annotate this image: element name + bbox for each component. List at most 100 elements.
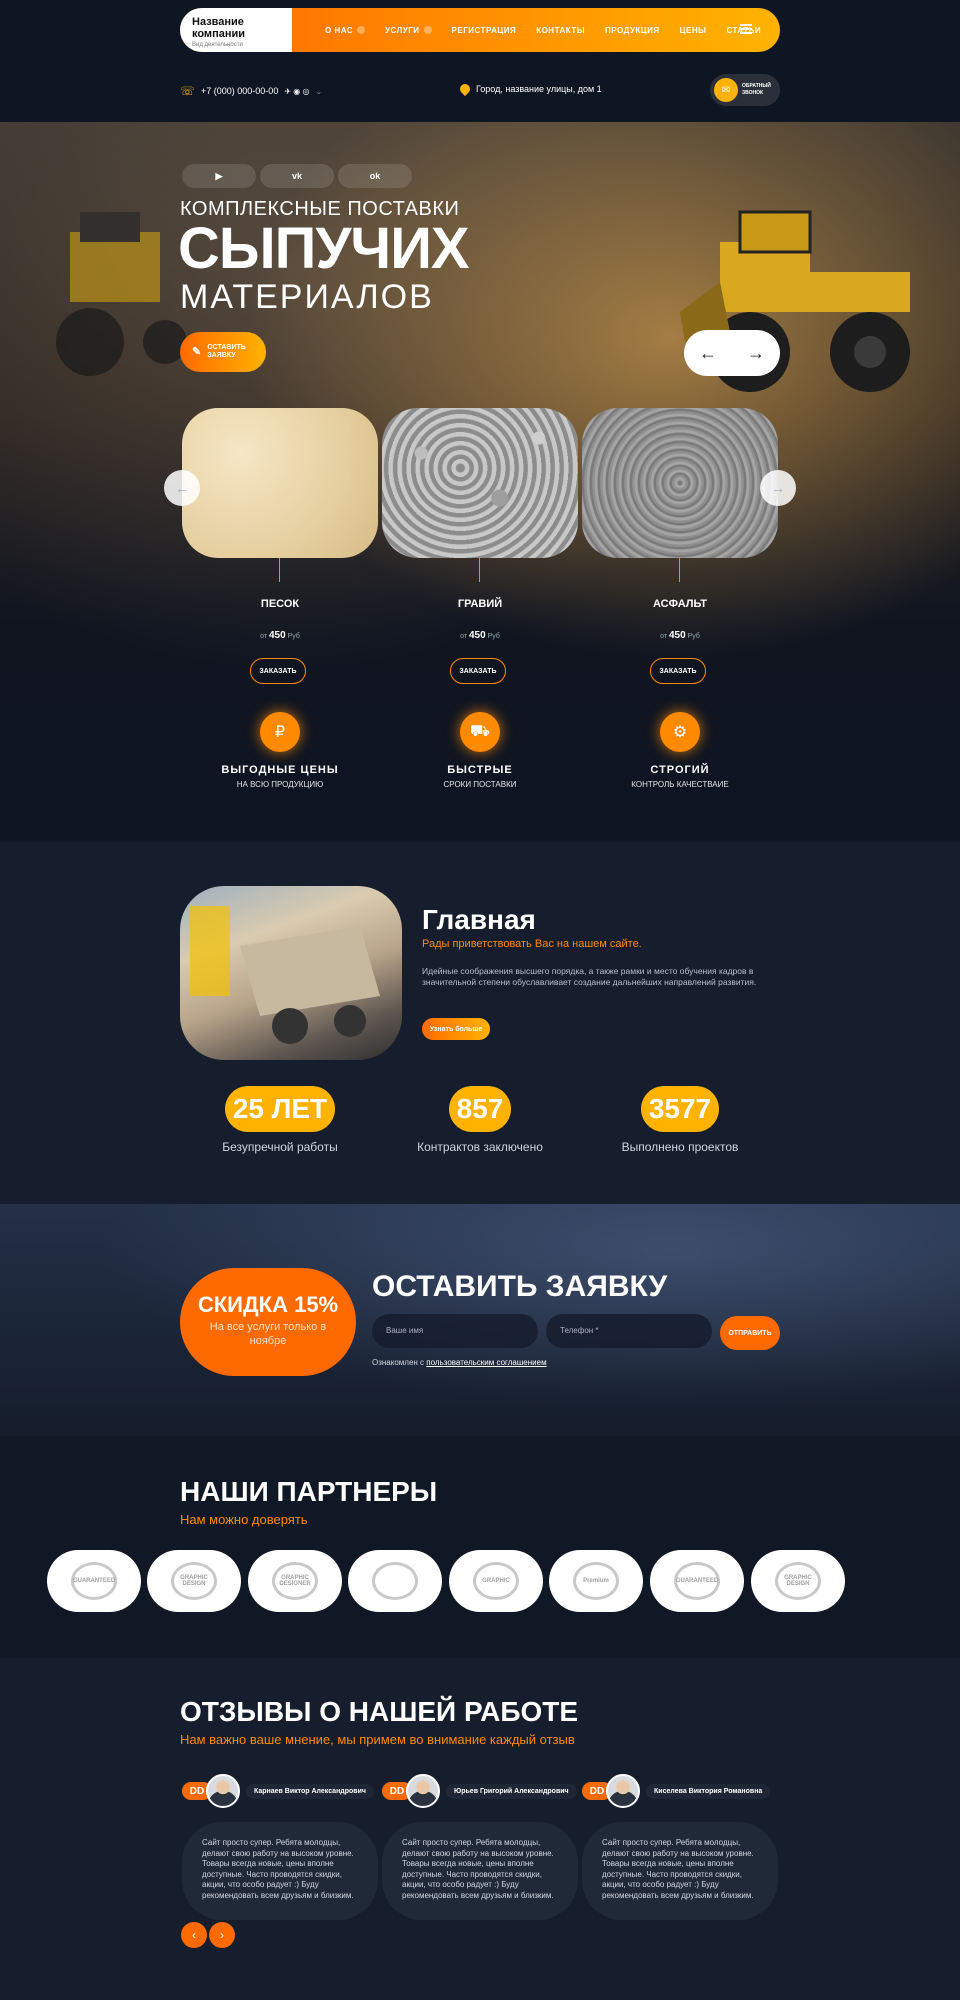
arrow-left-icon: ← xyxy=(175,480,189,496)
vk-link[interactable]: vk xyxy=(260,164,334,188)
consent-text: Ознакомлен с пользовательским соглашение… xyxy=(372,1358,547,1367)
phone-icon: ☏ xyxy=(180,84,196,98)
stat-label: Безупречной работы xyxy=(222,1140,338,1154)
reviewer-name: Киселева Виктория Романовна xyxy=(646,1783,771,1799)
price-prefix: от xyxy=(260,633,268,640)
price-prefix: от xyxy=(660,633,668,640)
product-card: ГРАВИЙ от 450 Руб ЗАКАЗАТЬ xyxy=(382,408,578,684)
messenger-icons: ✈ ◉ ◎ xyxy=(284,86,310,96)
stat-label: Контрактов заключено xyxy=(417,1140,543,1154)
callback-label: ОБРАТНЫЙ ЗВОНОК xyxy=(742,83,771,96)
partner-logo[interactable]: GUARANTEED xyxy=(47,1550,141,1612)
review-text: Сайт просто супер. Ребята молодцы, делаю… xyxy=(582,1822,778,1920)
arrow-left-icon[interactable]: ← xyxy=(699,343,717,364)
product-price: от 450 Руб xyxy=(582,630,778,641)
product-card: АСФАЛЬТ от 450 Руб ЗАКАЗАТЬ xyxy=(582,408,778,684)
badge-icon: GUARANTEED xyxy=(71,1562,117,1600)
stat-years: 25 ЛЕТ Безупречной работы xyxy=(180,1086,380,1154)
badge-icon: Premium xyxy=(573,1562,619,1600)
reviewer-name: Карнаев Виктор Александрович xyxy=(246,1783,374,1799)
nav-item-label: О НАС xyxy=(325,25,354,35)
partner-logo[interactable]: Premium xyxy=(549,1550,643,1612)
reviews-subtitle: Нам важно ваше мнение, мы примем во вним… xyxy=(180,1732,575,1747)
menu-icon[interactable] xyxy=(740,24,752,34)
callback-button[interactable]: ✉ ОБРАТНЫЙ ЗВОНОК xyxy=(710,74,780,106)
review-card: DD Юрьев Григорий Александрович Сайт про… xyxy=(382,1774,578,1920)
review-text: Сайт просто супер. Ребята молодцы, делаю… xyxy=(182,1822,378,1920)
gravel-image[interactable] xyxy=(382,408,578,558)
nav-item-prices[interactable]: ЦЕНЫ xyxy=(680,26,707,35)
nav-item-label: УСЛУГИ xyxy=(385,25,420,35)
reviews-title: ОТЗЫВЫ О НАШЕЙ РАБОТЕ xyxy=(180,1696,579,1727)
product-name: ПЕСОК xyxy=(260,598,300,610)
badge-icon: GRAPHIC xyxy=(473,1562,519,1600)
order-button[interactable]: ЗАКАЗАТЬ xyxy=(250,658,306,684)
mail-icon: ✉ xyxy=(714,78,738,102)
reviews-prev-button[interactable]: ‹ xyxy=(181,1922,207,1948)
slider-next-button[interactable]: → xyxy=(760,470,796,506)
asphalt-image[interactable] xyxy=(582,408,778,558)
order-button[interactable]: ЗАКАЗАТЬ xyxy=(450,658,506,684)
about-text: Идейные соображения высшего порядка, а т… xyxy=(422,966,757,987)
consent-prefix: Ознакомлен с xyxy=(372,1358,425,1367)
nav-item-about[interactable]: О НАС xyxy=(325,25,366,35)
price-value: 450 xyxy=(269,630,286,641)
nav-item-registration[interactable]: РЕГИСТРАЦИЯ xyxy=(452,26,517,35)
feature-prices: ₽ ВЫГОДНЫЕ ЦЕНЫ НА ВСЮ ПРОДУКЦИЮ xyxy=(180,712,380,789)
discount-badge: СКИДКА 15% На все услуги только в ноябре xyxy=(180,1268,356,1376)
agreement-link[interactable]: пользовательским соглашением xyxy=(426,1358,546,1367)
partner-logo[interactable]: GRAPHIC DESIGN xyxy=(147,1550,241,1612)
dropdown-dot-icon xyxy=(357,26,366,34)
price-currency: Руб xyxy=(687,633,700,640)
address-block: Город, название улицы, дом 1 xyxy=(457,81,602,97)
vk-icon: vk xyxy=(291,171,302,181)
ok-link[interactable]: ok xyxy=(338,164,412,188)
order-button[interactable]: ЗАКАЗАТЬ xyxy=(650,658,706,684)
youtube-icon: ▶ xyxy=(215,170,223,181)
nav-item-services[interactable]: УСЛУГИ xyxy=(385,25,432,35)
review-header: DD Киселева Виктория Романовна xyxy=(582,1774,778,1808)
reviews-next-button[interactable]: › xyxy=(209,1922,235,1948)
price-currency: Руб xyxy=(287,633,300,640)
nav-item-contacts[interactable]: КОНТАКТЫ xyxy=(536,26,585,35)
avatar xyxy=(406,1774,440,1808)
stat-label: Выполнено проектов xyxy=(621,1140,739,1154)
review-header: DD Карнаев Виктор Александрович xyxy=(182,1774,378,1808)
price-value: 450 xyxy=(469,630,486,641)
name-input[interactable]: Ваше имя xyxy=(372,1314,538,1348)
review-card: DD Карнаев Виктор Александрович Сайт про… xyxy=(182,1774,378,1920)
partners-section: НАШИ ПАРТНЕРЫ Нам можно доверять GUARANT… xyxy=(0,1436,960,1658)
arrow-right-icon[interactable]: → xyxy=(747,343,765,364)
partner-logo[interactable]: GRAPHIC DESIGNER xyxy=(248,1550,342,1612)
address-text: Город, название улицы, дом 1 xyxy=(476,84,602,94)
company-sub: Вид деятельности xyxy=(192,42,243,48)
feature-sub: КОНТРОЛЬ КАЧЕСТВАИЕ xyxy=(631,780,729,789)
hero-title: СЫПУЧИХ xyxy=(178,216,470,281)
excavator-image xyxy=(56,212,187,376)
stat-value: 857 xyxy=(448,1086,512,1132)
divider-line xyxy=(279,558,280,582)
partner-logo[interactable]: GUARANTEED xyxy=(650,1550,744,1612)
chevron-down-icon[interactable]: ⌄ xyxy=(315,87,322,96)
partner-logo[interactable]: GRAPHIC xyxy=(449,1550,543,1612)
partner-logo[interactable]: GRAPHIC DESIGN xyxy=(751,1550,845,1612)
feature-delivery: ⛟ БЫСТРЫЕ СРОКИ ПОСТАВКИ xyxy=(380,712,580,789)
logo[interactable]: Название компании Вид деятельности xyxy=(180,8,292,52)
partner-logo[interactable] xyxy=(348,1550,442,1612)
nav-item-products[interactable]: ПРОДУКЦИЯ xyxy=(605,26,660,35)
discount-title: СКИДКА 15% xyxy=(197,1292,339,1317)
slider-prev-button[interactable]: ← xyxy=(164,470,200,506)
main-nav: Название компании Вид деятельности О НАС… xyxy=(180,8,780,52)
phone-input[interactable]: Телефон * xyxy=(546,1314,712,1348)
feature-sub: НА ВСЮ ПРОДУКЦИЮ xyxy=(236,780,324,789)
discount-text: На все услуги только в ноябре xyxy=(209,1321,327,1347)
badge-icon: GRAPHIC DESIGNER xyxy=(272,1562,318,1600)
company-name: Название компании xyxy=(192,16,246,40)
send-button[interactable]: ОТПРАВИТЬ xyxy=(720,1316,780,1350)
sand-image[interactable] xyxy=(182,408,378,558)
youtube-link[interactable]: ▶ xyxy=(182,164,256,188)
hero-request-button[interactable]: ✎ ОСТАВИТЬ ЗАЯВКУ xyxy=(180,332,266,372)
phone-block[interactable]: ☏ +7 (000) 000-00-00 ✈ ◉ ◎ ⌄ xyxy=(180,84,322,98)
learn-more-button[interactable]: Узнать больше xyxy=(422,1018,490,1040)
badge-icon: GRAPHIC DESIGN xyxy=(171,1562,217,1600)
